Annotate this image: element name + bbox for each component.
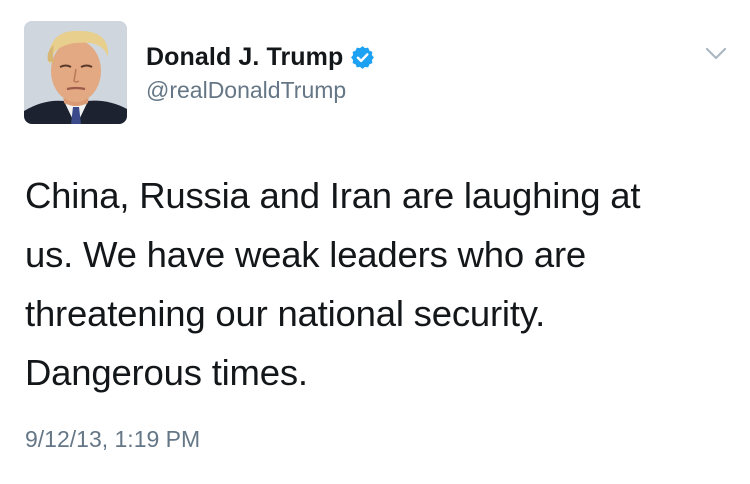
tweet-text-line: us. We have weak leaders who are <box>25 234 587 275</box>
tweet-card: Donald J. Trump @realDonaldTrump China, … <box>0 0 750 484</box>
tweet-timestamp[interactable]: 9/12/13, 1:19 PM <box>25 426 200 453</box>
author-handle[interactable]: @realDonaldTrump <box>146 77 346 104</box>
tweet-text-line: threatening our national security. <box>25 293 546 334</box>
tweet-text: China, Russia and Iran are laughing at u… <box>25 166 725 402</box>
tweet-text-line: Dangerous times. <box>25 352 308 393</box>
author-display-name[interactable]: Donald J. Trump <box>146 43 343 72</box>
author-avatar[interactable] <box>24 21 127 124</box>
chevron-down-icon[interactable] <box>705 47 727 61</box>
author-name-row[interactable]: Donald J. Trump <box>146 40 375 74</box>
avatar-image <box>24 21 127 124</box>
verified-badge-icon <box>351 45 375 69</box>
tweet-text-line: China, Russia and Iran are laughing at <box>25 175 641 216</box>
